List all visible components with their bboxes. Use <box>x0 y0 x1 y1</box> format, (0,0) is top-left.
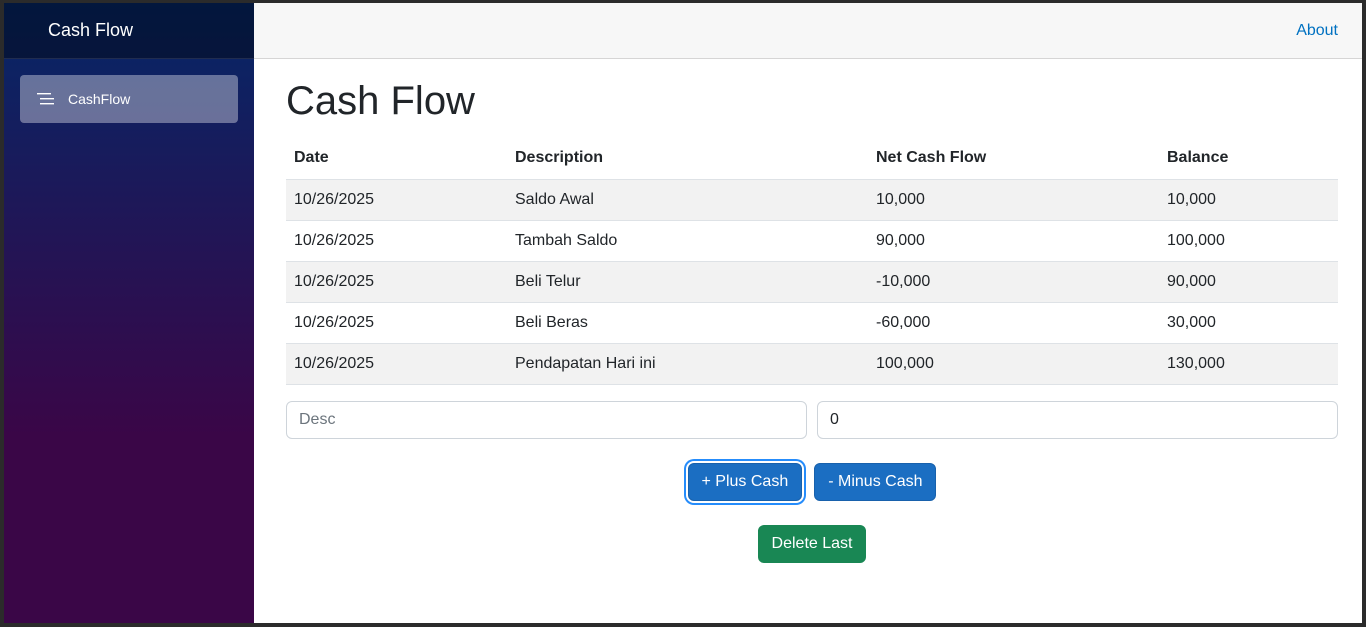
about-link[interactable]: About <box>1296 22 1338 40</box>
cell-description: Tambah Saldo <box>507 220 868 262</box>
cell-net-cash-flow: -10,000 <box>868 261 1159 303</box>
top-bar: About <box>254 3 1362 59</box>
delete-button-group: Delete Last <box>286 524 1338 563</box>
header-date: Date <box>286 138 507 180</box>
cell-description: Beli Beras <box>507 302 868 344</box>
header-net-cash-flow: Net Cash Flow <box>868 138 1159 180</box>
cell-description: Beli Telur <box>507 261 868 303</box>
brand-title[interactable]: Cash Flow <box>4 3 254 59</box>
cell-net-cash-flow: 100,000 <box>868 343 1159 385</box>
cell-date: 10/26/2025 <box>286 302 507 344</box>
header-description: Description <box>507 138 868 180</box>
list-icon <box>36 91 56 107</box>
cell-net-cash-flow: 90,000 <box>868 220 1159 262</box>
desc-input[interactable] <box>286 400 807 439</box>
cell-date: 10/26/2025 <box>286 179 507 221</box>
cell-description: Saldo Awal <box>507 179 868 221</box>
table-row: 10/26/2025 Beli Beras -60,000 30,000 <box>286 302 1338 344</box>
delete-last-button[interactable]: Delete Last <box>757 524 867 563</box>
sidebar: Cash Flow CashFlow <box>4 3 254 623</box>
cell-net-cash-flow: -60,000 <box>868 302 1159 344</box>
cell-date: 10/26/2025 <box>286 343 507 385</box>
cell-date: 10/26/2025 <box>286 261 507 303</box>
nav-item-label: CashFlow <box>68 91 131 107</box>
table-row: 10/26/2025 Saldo Awal 10,000 10,000 <box>286 179 1338 221</box>
entry-form <box>286 400 1338 439</box>
header-balance: Balance <box>1159 138 1338 180</box>
cell-balance: 130,000 <box>1159 343 1338 385</box>
table-row: 10/26/2025 Tambah Saldo 90,000 100,000 <box>286 220 1338 262</box>
cell-balance: 30,000 <box>1159 302 1338 344</box>
table-row: 10/26/2025 Beli Telur -10,000 90,000 <box>286 261 1338 303</box>
table-header-row: Date Description Net Cash Flow Balance <box>286 138 1338 180</box>
page-title: Cash Flow <box>286 79 475 123</box>
cell-balance: 90,000 <box>1159 261 1338 303</box>
page-content: Cash Flow Date Description Net Cash Flow… <box>254 59 1362 563</box>
plus-cash-button[interactable]: + Plus Cash <box>687 462 803 501</box>
cell-net-cash-flow: 10,000 <box>868 179 1159 221</box>
amount-input[interactable] <box>817 400 1338 439</box>
cell-balance: 100,000 <box>1159 220 1338 262</box>
cashflow-table: Date Description Net Cash Flow Balance 1… <box>286 138 1338 385</box>
nav-menu: CashFlow <box>4 59 254 139</box>
cell-date: 10/26/2025 <box>286 220 507 262</box>
table-row: 10/26/2025 Pendapatan Hari ini 100,000 1… <box>286 343 1338 385</box>
app-window: Cash Flow CashFlow About Cash Flow Date … <box>4 3 1362 623</box>
minus-cash-button[interactable]: - Minus Cash <box>814 462 937 501</box>
main-area: About Cash Flow Date Description Net Cas… <box>254 3 1362 623</box>
cash-button-group: + Plus Cash - Minus Cash <box>286 462 1338 501</box>
cell-description: Pendapatan Hari ini <box>507 343 868 385</box>
nav-item-cashflow[interactable]: CashFlow <box>20 75 238 123</box>
cell-balance: 10,000 <box>1159 179 1338 221</box>
